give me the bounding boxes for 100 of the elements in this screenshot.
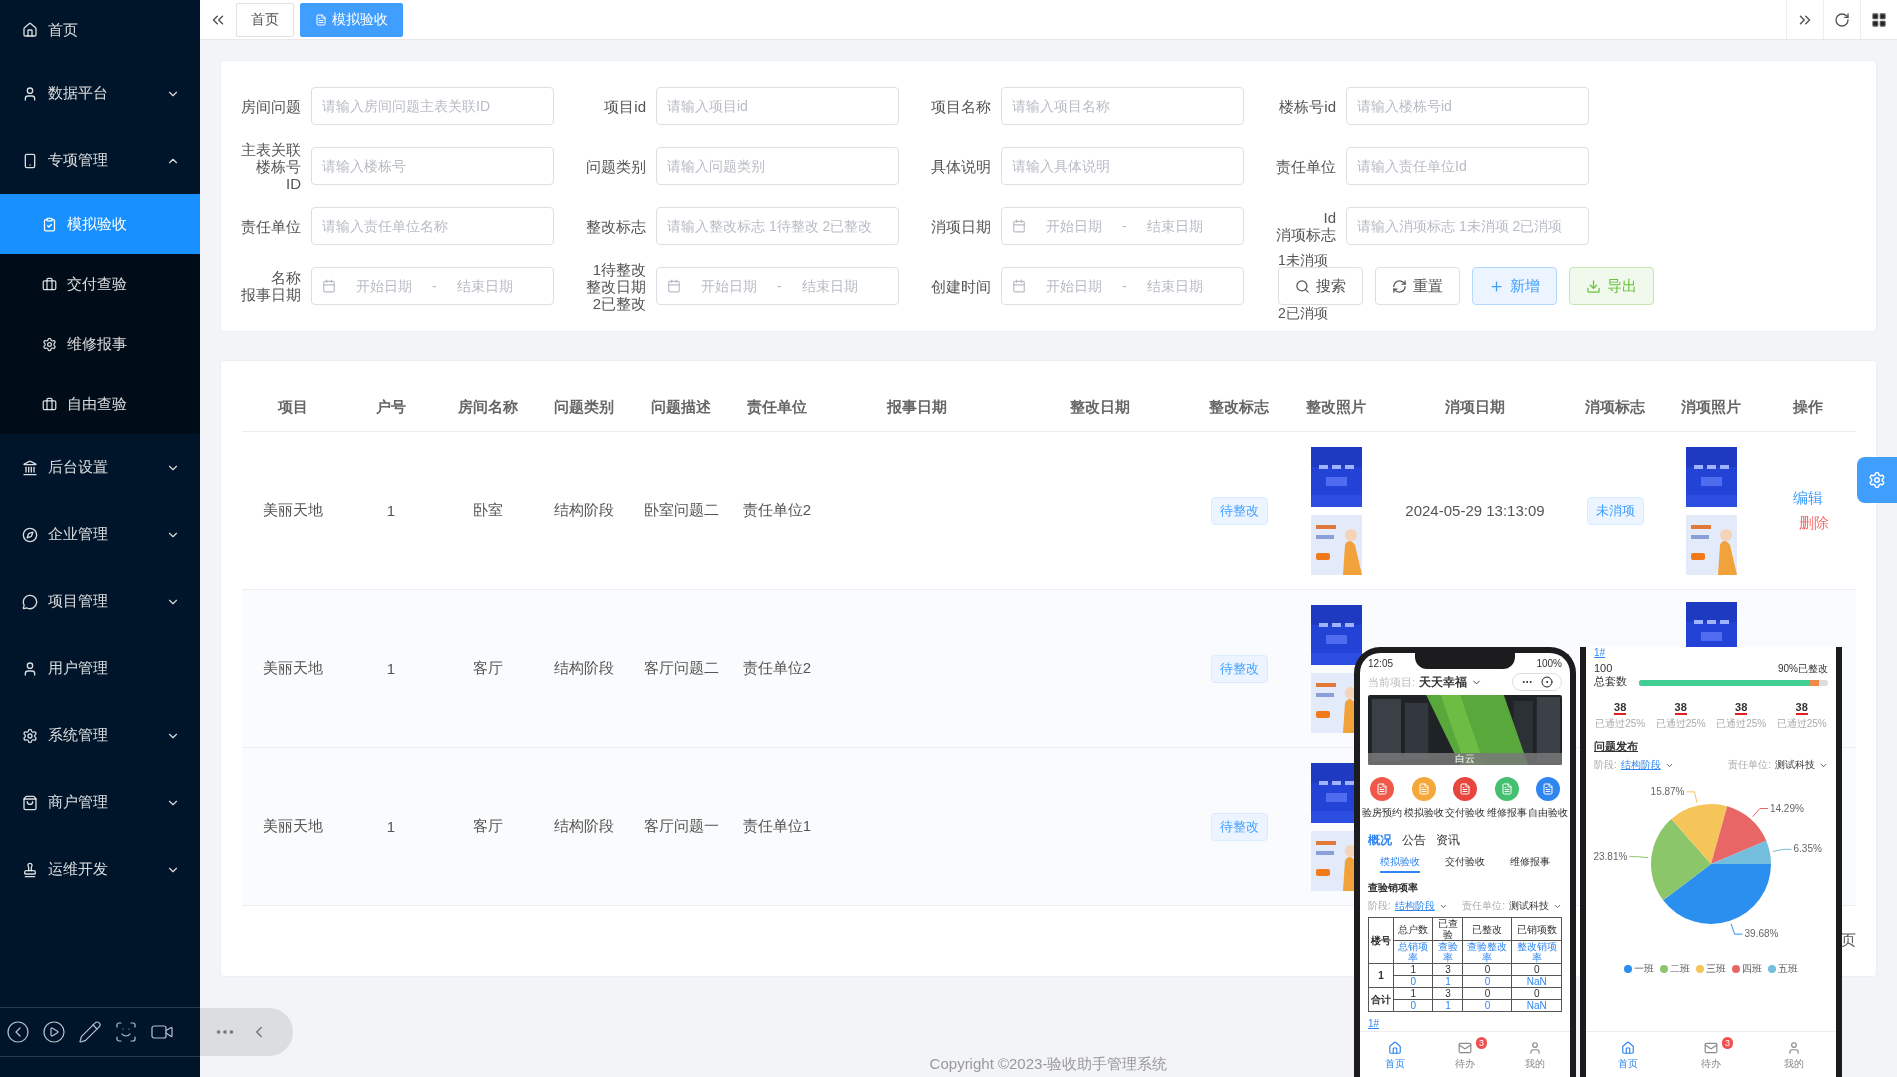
nav-tab[interactable]: 我的 [1772, 1037, 1817, 1071]
project-dropdown[interactable]: 天天幸福 [1419, 673, 1468, 691]
sidebar-subitem[interactable]: 维修报事 [0, 314, 200, 374]
banner-caption: 白云 [1368, 753, 1562, 765]
sidebar-item[interactable]: 商户管理 [0, 769, 200, 836]
field-label: 当前项目: [1368, 674, 1416, 690]
search-button[interactable]: 搜索 [1278, 267, 1363, 305]
start-date-input[interactable]: 开始日期 [687, 277, 771, 295]
field-label: 项目名称 [931, 97, 991, 115]
sidebar-item[interactable]: 项目管理 [0, 568, 200, 635]
field-label: 阶段: [1368, 899, 1391, 913]
shortcut-item[interactable]: 验房预约 [1362, 777, 1402, 820]
end-date-input[interactable]: 结束日期 [787, 277, 872, 295]
shortcut-item[interactable]: 模拟验收 [1403, 777, 1444, 820]
tab[interactable]: 概况 [1368, 832, 1392, 849]
progress-label: 90%已整改 [1778, 662, 1828, 676]
tab[interactable]: 交付验收 [1445, 855, 1485, 873]
reset-button[interactable]: 重置 [1375, 267, 1460, 305]
column-header: 项目 [277, 396, 309, 417]
input-field[interactable]: 请输入责任单位Id [1346, 147, 1589, 185]
section-title: 问题发布 [1594, 739, 1638, 754]
sidebar-item[interactable]: 首页 [0, 0, 200, 60]
field-label: 2已消项 [1278, 306, 1328, 321]
field-label: 项目id [604, 97, 646, 115]
stage-dropdown[interactable]: 结构阶段 [1620, 758, 1661, 772]
field-label: 楼栋号 [256, 157, 301, 175]
input-field[interactable]: 请输入项目名称 [1001, 87, 1244, 125]
range-separator: - [1122, 218, 1127, 234]
input-field[interactable]: 请输入楼栋号 [311, 147, 554, 185]
input-field[interactable]: 请输入具体说明 [1001, 147, 1244, 185]
table-cell: 责任单位1 [742, 817, 812, 836]
status-tag: 待整改 [1210, 654, 1268, 683]
stage-dropdown[interactable]: 结构阶段 [1394, 899, 1435, 913]
end-date-input[interactable]: 结束日期 [1132, 277, 1217, 295]
nav-tab[interactable]: 待办 3 [1443, 1037, 1487, 1071]
input-field[interactable]: 请输入问题类别 [656, 147, 899, 185]
shortcut-item[interactable]: 维修报事 [1486, 777, 1527, 820]
sidebar-item[interactable]: 企业管理 [0, 501, 200, 568]
sidebar-item[interactable]: 用户管理 [0, 635, 200, 702]
field-label: 报事日期 [241, 286, 301, 303]
table-cell: 1 [386, 818, 396, 835]
data-label: 15.87% [1650, 785, 1685, 797]
field-label: 责任单位 [241, 217, 301, 235]
column-header: 整改日期 [1069, 396, 1131, 417]
start-date-input[interactable]: 开始日期 [1032, 217, 1116, 235]
building-link[interactable]: 1# [1594, 647, 1606, 658]
range-separator: - [777, 278, 782, 294]
end-date-input[interactable]: 结束日期 [442, 277, 527, 295]
table-cell: 美丽天地 [263, 817, 323, 836]
nav-tab[interactable]: 我的 [1513, 1037, 1557, 1071]
column-header: 操作 [1792, 396, 1824, 417]
sidebar-item[interactable]: 数据平台 [0, 60, 200, 127]
input-field[interactable]: 请输入项目id [656, 87, 899, 125]
legend-item: 五班 [1768, 962, 1798, 976]
sidebar-subitem[interactable]: 自由查验 [0, 374, 200, 434]
sidebar-item[interactable]: 系统管理 [0, 702, 200, 769]
building-link[interactable]: 1# [1368, 1018, 1380, 1029]
tab[interactable]: 公告 [1402, 832, 1426, 849]
data-label: 39.68% [1744, 928, 1779, 940]
field-label: 1待整改 [592, 260, 646, 278]
nav-tab[interactable]: 首页 [1605, 1037, 1650, 1071]
sidebar-item[interactable]: 运维开发 [0, 836, 200, 903]
nav-tab[interactable]: 首页 [1373, 1037, 1417, 1071]
owner-dropdown[interactable]: 测试科技 [1509, 899, 1549, 913]
copyright-text: Copyright ©2023-验收助手管理系统 [929, 1055, 1168, 1074]
start-date-input[interactable]: 开始日期 [342, 277, 426, 295]
battery-level: 100% [1536, 657, 1562, 669]
column-header: 问题类别 [553, 396, 615, 417]
table-cell: 客厅问题一 [643, 817, 719, 836]
nav-tab[interactable]: 待办 3 [1689, 1037, 1733, 1071]
field-label: 楼栋号id [1279, 97, 1336, 115]
table-cell: 客厅 [473, 817, 503, 836]
tab[interactable]: 资讯 [1436, 832, 1460, 849]
legend-item: 二班 [1660, 962, 1690, 976]
sidebar-item[interactable]: 专项管理 [0, 127, 200, 194]
shortcut-item[interactable]: 自由验收 [1528, 777, 1568, 820]
total-label: 总套数 [1594, 674, 1627, 689]
input-field[interactable]: 请输入楼栋号id [1346, 87, 1589, 125]
page-tab[interactable]: 首页 [236, 2, 294, 37]
sidebar-subitem[interactable]: 交付查验 [0, 254, 200, 314]
input-field[interactable]: 请输入整改标志 1待整改 2已整改 [656, 207, 899, 245]
sidebar-item[interactable]: 后台设置 [0, 434, 200, 501]
start-date-input[interactable]: 开始日期 [1032, 277, 1116, 295]
stat-value: 38 [1735, 701, 1748, 715]
column-header: 责任单位 [746, 396, 808, 417]
input-field[interactable]: 请输入房间问题主表关联ID [311, 87, 554, 125]
column-header: 房间名称 [457, 396, 519, 417]
stat-value: 38 [1795, 701, 1808, 715]
end-date-input[interactable]: 结束日期 [1132, 217, 1217, 235]
column-header: 整改标志 [1208, 396, 1270, 417]
tab[interactable]: 维修报事 [1509, 855, 1550, 873]
table-cell: 责任单位2 [742, 501, 812, 520]
field-label: 消项标志 [1276, 226, 1336, 243]
tab[interactable]: 模拟验收 [1380, 855, 1421, 873]
input-field[interactable]: 请输入消项标志 1未消项 2已消项 [1346, 207, 1589, 245]
owner-dropdown[interactable]: 测试科技 [1775, 758, 1815, 772]
shortcut-item[interactable]: 交付验收 [1445, 777, 1485, 820]
input-field[interactable]: 请输入责任单位名称 [311, 207, 554, 245]
stat-value: 38 [1674, 701, 1687, 715]
stat-label: 已通过25% [1776, 717, 1827, 731]
